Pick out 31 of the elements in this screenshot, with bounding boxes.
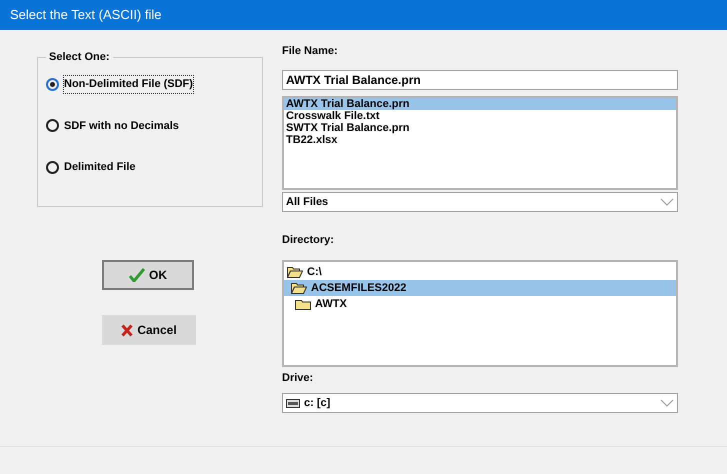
drive-icon	[286, 398, 300, 408]
field-label: Directory:	[282, 233, 335, 247]
file-type-dropdown[interactable]: All Files	[282, 192, 678, 212]
directory-item[interactable]: ACSEMFILES2022	[284, 280, 676, 296]
chevron-down-icon	[660, 198, 674, 206]
radio-label: Delimited File	[64, 160, 136, 175]
file-name-field[interactable]: AWTX Trial Balance.prn	[282, 70, 678, 90]
file-list-item[interactable]: TB22.xlsx	[284, 134, 676, 146]
folder-icon	[295, 298, 311, 310]
cancel-button[interactable]: Cancel	[102, 315, 196, 345]
directory-item[interactable]: AWTX	[284, 296, 676, 312]
window-title: Select the Text (ASCII) file	[10, 6, 162, 24]
file-list-item[interactable]: AWTX Trial Balance.prn	[284, 98, 676, 110]
file-list-item[interactable]: SWTX Trial Balance.prn	[284, 122, 676, 134]
chevron-down-icon	[660, 399, 674, 407]
file-list-item[interactable]: Crosswalk File.txt	[284, 110, 676, 122]
field-label: Drive:	[282, 371, 314, 385]
close-icon	[121, 324, 134, 336]
directory-item[interactable]: C:\	[284, 264, 676, 280]
ok-button[interactable]: OK	[102, 260, 194, 290]
radio-button[interactable]	[46, 160, 59, 174]
drive-value: c: [c]	[304, 396, 330, 411]
open-folder-icon	[291, 282, 307, 294]
radio-button[interactable]	[46, 78, 59, 91]
radio-button[interactable]	[46, 119, 59, 132]
radio-label: Non-Delimited File (SDF)	[64, 76, 193, 92]
open-folder-icon	[287, 266, 303, 278]
drive-dropdown[interactable]: c: [c]	[282, 393, 678, 413]
field-label: File Name:	[282, 44, 339, 58]
radio-label: SDF with no Decimals	[64, 118, 179, 134]
checkmark-icon	[129, 268, 145, 282]
